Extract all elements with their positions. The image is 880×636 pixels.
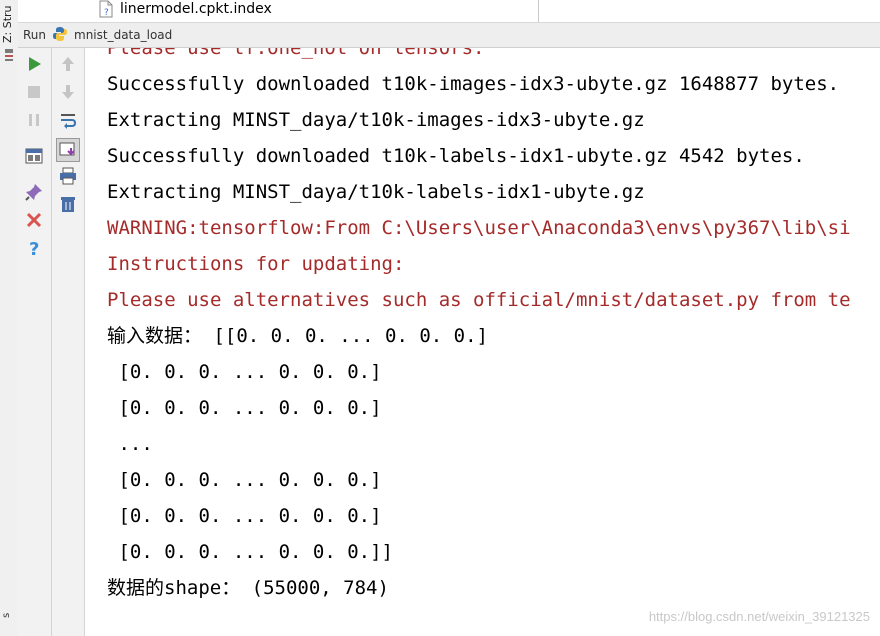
svg-text:?: ? bbox=[29, 239, 39, 258]
console-line: Extracting MINST_daya/t10k-images-idx3-u… bbox=[107, 109, 645, 131]
file-tab-name: linermodel.cpkt.index bbox=[120, 1, 272, 17]
console-line: [0. 0. 0. ... 0. 0. 0.] bbox=[107, 361, 382, 383]
run-config-tab[interactable]: mnist_data_load bbox=[74, 28, 172, 42]
console-line: 数据的shape： (55000, 784) bbox=[107, 577, 389, 599]
console-line: 输入数据： [[0. 0. 0. ... 0. 0. 0.] bbox=[107, 325, 488, 347]
help-icon[interactable]: ? bbox=[24, 238, 44, 258]
console-line: Extracting MINST_daya/t10k-labels-idx1-u… bbox=[107, 181, 645, 203]
pause-icon[interactable] bbox=[24, 110, 44, 130]
run-panel-label: Run bbox=[23, 28, 47, 42]
console-line: Please use alternatives such as official… bbox=[107, 289, 851, 311]
run-toolbar-right bbox=[52, 48, 85, 636]
stop-icon[interactable] bbox=[24, 82, 44, 102]
soft-wrap-icon[interactable] bbox=[58, 110, 78, 130]
watermark: https://blog.csdn.net/weixin_39121325 bbox=[648, 609, 870, 624]
console-line: Successfully downloaded t10k-images-idx3… bbox=[107, 73, 840, 95]
file-tab[interactable]: ? linermodel.cpkt.index bbox=[98, 0, 539, 22]
console-output[interactable]: Please use tf.one_hot on tensors. Success… bbox=[85, 48, 880, 636]
file-icon: ? bbox=[99, 0, 113, 18]
run-icon[interactable] bbox=[24, 54, 44, 74]
console-line: [0. 0. 0. ... 0. 0. 0.] bbox=[107, 469, 382, 491]
console-line: [0. 0. 0. ... 0. 0. 0.] bbox=[107, 505, 382, 527]
console-line: Please use tf.one_hot on tensors. bbox=[107, 48, 485, 59]
trash-icon[interactable] bbox=[58, 194, 78, 214]
python-icon bbox=[53, 27, 67, 41]
layout-icon[interactable] bbox=[24, 146, 44, 166]
up-arrow-icon[interactable] bbox=[58, 54, 78, 74]
structure-tool-window-strip[interactable]: Z: Stru s bbox=[0, 0, 19, 636]
structure-tab-label[interactable]: Z: Stru bbox=[1, 5, 15, 43]
run-panel-header: Run mnist_data_load bbox=[18, 23, 880, 48]
console-line: [0. 0. 0. ... 0. 0. 0.]] bbox=[107, 541, 393, 563]
structure-bottom-label: s bbox=[1, 612, 12, 618]
console-line: WARNING:tensorflow:From C:\Users\user\An… bbox=[107, 217, 851, 239]
console-line: Instructions for updating: bbox=[107, 253, 405, 275]
svg-text:?: ? bbox=[104, 8, 109, 18]
editor-tab-bar: ? linermodel.cpkt.index bbox=[18, 0, 880, 23]
close-icon[interactable] bbox=[24, 210, 44, 230]
structure-icon bbox=[5, 49, 13, 61]
print-icon[interactable] bbox=[58, 166, 78, 186]
console-line: [0. 0. 0. ... 0. 0. 0.] bbox=[107, 397, 382, 419]
scroll-to-end-icon[interactable] bbox=[56, 138, 80, 162]
down-arrow-icon[interactable] bbox=[58, 82, 78, 102]
pin-icon[interactable] bbox=[24, 182, 44, 202]
console-line: Successfully downloaded t10k-labels-idx1… bbox=[107, 145, 805, 167]
console-line: ... bbox=[107, 433, 153, 455]
run-toolbar-left: ? bbox=[18, 48, 52, 636]
